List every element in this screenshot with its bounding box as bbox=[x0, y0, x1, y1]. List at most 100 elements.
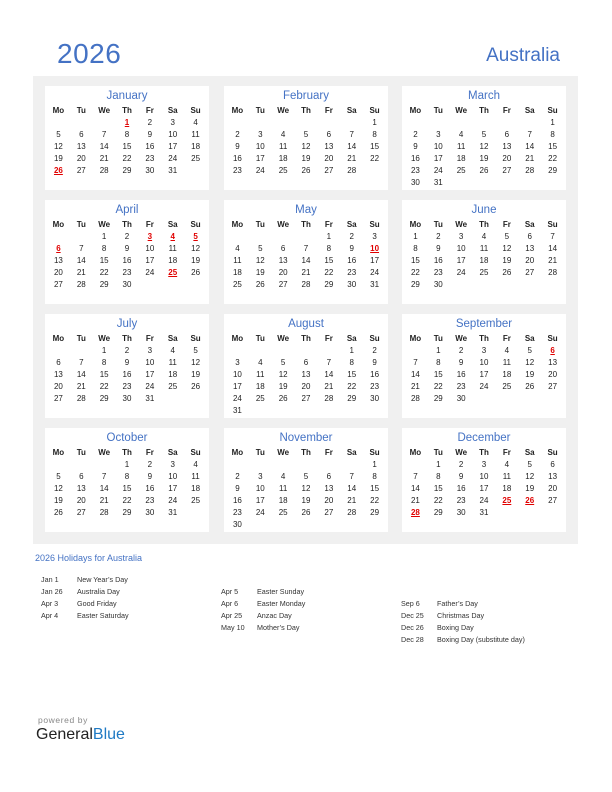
empty-day bbox=[272, 519, 295, 531]
day: 23 bbox=[145, 154, 155, 163]
day: 8 bbox=[436, 358, 441, 367]
holiday-day: 26 bbox=[53, 166, 63, 175]
day: 14 bbox=[324, 370, 334, 379]
day: 6 bbox=[527, 232, 532, 241]
day: 7 bbox=[79, 244, 84, 253]
weekday-label: Su bbox=[369, 106, 380, 115]
weekday-label: Tu bbox=[433, 106, 443, 115]
day: 29 bbox=[122, 166, 132, 175]
weekday-label: We bbox=[277, 334, 290, 343]
day: 19 bbox=[191, 256, 201, 265]
weekday-label: Tu bbox=[255, 334, 265, 343]
holiday-column: Sep 6 Father’s Day Dec 25 Christmas Day Dec … bbox=[401, 598, 525, 646]
month-name: June bbox=[471, 204, 497, 216]
weekday-header: Mo Tu We Th Fr Sa Su bbox=[224, 446, 388, 459]
day: 10 bbox=[145, 244, 155, 253]
weekday-label: Su bbox=[547, 220, 558, 229]
day: 25 bbox=[191, 154, 201, 163]
day: 4 bbox=[458, 130, 464, 139]
weekday-header: Mo Tu We Th Fr Sa Su bbox=[45, 446, 209, 459]
day: 19 bbox=[191, 370, 201, 379]
day: 27 bbox=[548, 496, 558, 505]
day: 7 bbox=[101, 130, 107, 139]
month-november: November Mo Tu We Th Fr Sa Su 1 2 3 4 5 6 7 8 9 10 11 12 13 1… bbox=[224, 428, 388, 532]
weekday-header: Mo Tu We Th Fr Sa Su bbox=[45, 218, 209, 231]
day: 3 bbox=[372, 232, 377, 241]
day: 12 bbox=[301, 142, 311, 151]
day: 16 bbox=[232, 154, 242, 163]
empty-day bbox=[70, 459, 93, 471]
empty-day bbox=[138, 279, 161, 291]
weekday-label: Sa bbox=[167, 220, 178, 229]
week-row: 1 bbox=[224, 459, 388, 471]
day: 5 bbox=[481, 130, 487, 139]
empty-day bbox=[295, 345, 318, 357]
empty-day bbox=[93, 459, 116, 471]
empty-day bbox=[249, 405, 272, 417]
weekday-label: Su bbox=[190, 220, 201, 229]
day: 27 bbox=[301, 394, 311, 403]
day: 25 bbox=[278, 508, 288, 517]
day: 7 bbox=[326, 358, 332, 367]
day: 7 bbox=[349, 472, 354, 481]
weekday-label: Mo bbox=[52, 106, 65, 115]
week-row: 28 29 30 bbox=[402, 393, 566, 405]
day: 25 bbox=[168, 382, 178, 391]
day: 23 bbox=[122, 382, 132, 391]
day: 31 bbox=[370, 280, 380, 289]
empty-day bbox=[226, 117, 249, 129]
day: 16 bbox=[347, 256, 357, 265]
day: 20 bbox=[301, 382, 311, 391]
empty-day bbox=[249, 117, 272, 129]
brand-blue: Blue bbox=[92, 726, 125, 743]
week-row: 15 16 17 18 19 20 21 bbox=[402, 255, 566, 267]
day: 2 bbox=[436, 232, 441, 241]
week-row: 26 27 28 29 30 31 bbox=[45, 165, 209, 177]
week-row: 23 24 25 26 27 28 29 bbox=[402, 165, 566, 177]
weekday-header: Mo Tu We Th Fr Sa Su bbox=[224, 218, 388, 231]
weekday-label: Mo bbox=[231, 220, 244, 229]
empty-day bbox=[184, 165, 207, 177]
day: 9 bbox=[349, 244, 354, 253]
week-row: 20 21 22 23 24 25 26 bbox=[45, 381, 209, 393]
day: 28 bbox=[410, 394, 420, 403]
holiday-date: Jan 26 bbox=[41, 587, 63, 596]
weekday-label: We bbox=[455, 334, 468, 343]
weekday-label: Fr bbox=[145, 106, 154, 115]
day: 14 bbox=[347, 142, 357, 151]
day: 14 bbox=[347, 484, 357, 493]
day: 8 bbox=[326, 244, 332, 253]
day: 12 bbox=[191, 244, 201, 253]
day: 24 bbox=[255, 166, 265, 175]
empty-day bbox=[541, 177, 564, 189]
day: 16 bbox=[122, 256, 132, 265]
day: 16 bbox=[145, 142, 155, 151]
day: 28 bbox=[324, 394, 334, 403]
day: 13 bbox=[324, 484, 334, 493]
generalblue-logo[interactable]: GeneralBlue bbox=[36, 726, 125, 744]
day: 10 bbox=[255, 142, 265, 151]
week-row: 1 2 3 4 bbox=[45, 117, 209, 129]
weekday-label: Mo bbox=[231, 334, 244, 343]
day: 14 bbox=[99, 484, 109, 493]
day: 28 bbox=[76, 394, 86, 403]
day: 27 bbox=[548, 382, 558, 391]
weekday-label: Sa bbox=[346, 448, 357, 457]
week-row: 7 8 9 10 11 12 13 bbox=[402, 357, 566, 369]
day: 9 bbox=[147, 472, 153, 481]
day: 18 bbox=[479, 256, 489, 265]
week-row: 7 8 9 10 11 12 13 bbox=[402, 471, 566, 483]
day: 30 bbox=[122, 394, 132, 403]
day: 8 bbox=[372, 472, 377, 481]
weekday-label: Tu bbox=[433, 220, 443, 229]
day: 2 bbox=[372, 346, 377, 355]
day: 20 bbox=[76, 154, 86, 163]
day: 4 bbox=[504, 460, 510, 469]
holiday-date: Dec 25 bbox=[401, 611, 424, 620]
weekday-label: We bbox=[455, 106, 468, 115]
day: 8 bbox=[550, 130, 555, 139]
day: 18 bbox=[232, 268, 242, 277]
month-march: March Mo Tu We Th Fr Sa Su 1 2 3 4 5 6 7 8 9 10 11 12 13 14 15… bbox=[402, 86, 566, 190]
day: 11 bbox=[191, 130, 200, 139]
empty-day bbox=[317, 345, 340, 357]
